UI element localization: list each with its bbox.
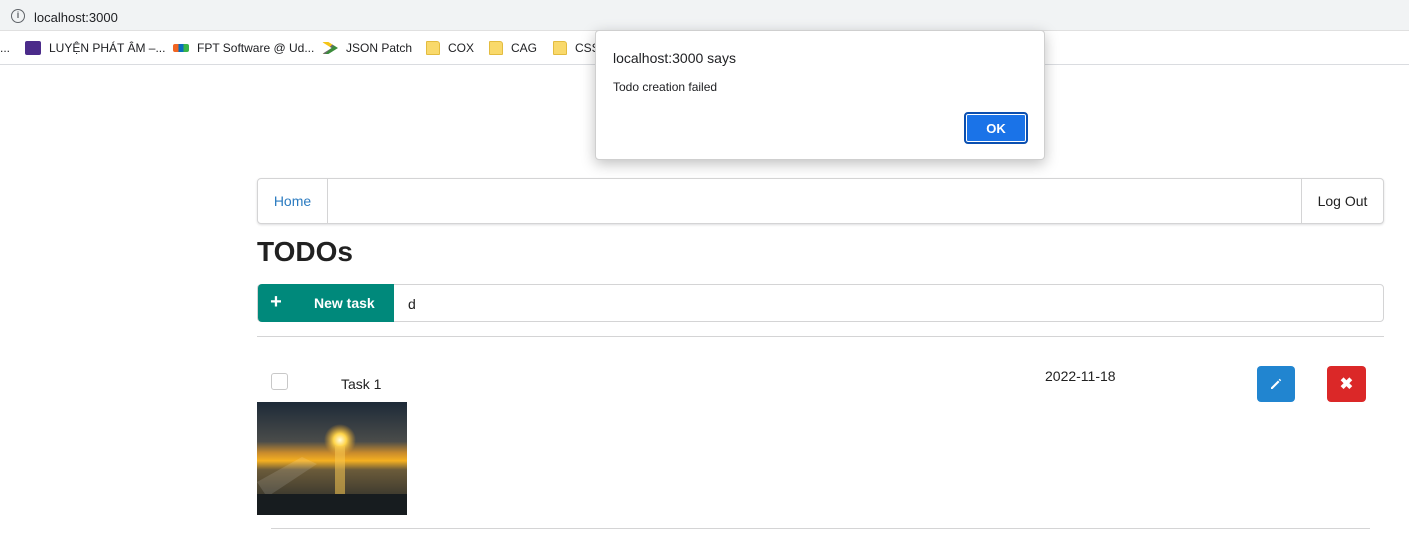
new-task-input[interactable]: d [408,296,416,312]
new-task-button[interactable]: + New task [258,284,394,322]
bookmark-label: CAG [511,41,538,55]
bookmark-label: COX [448,41,475,55]
delete-task-button[interactable]: ✖ [1327,366,1366,402]
task-due-date: 2022-11-18 [1045,368,1116,384]
bookmark-label: JSON Patch [346,41,413,55]
bookmark-fpt-software[interactable]: FPT Software @ Ud... [173,40,314,56]
dialog-title: localhost:3000 says [613,50,736,66]
page-title: TODOs [257,236,353,267]
sunset-image [257,402,407,515]
bookmark-json-patch[interactable]: JSON Patch [322,40,412,56]
task-checkbox[interactable] [271,373,288,390]
edit-task-button[interactable] [1257,366,1295,402]
purple-site-icon [25,41,41,55]
task-name: Task 1 [341,376,382,392]
nav-home-link[interactable]: Home [258,179,328,223]
bookmark-label: LUYỆN PHÁT ÂM –... [49,41,166,55]
app-navbar: Home Log Out [257,178,1384,224]
bookmark-folder-cox[interactable]: COX [426,40,474,56]
url-field[interactable]: i localhost:3000 [0,2,1409,29]
bookmark-folder-css[interactable]: CSS [553,40,600,56]
bookmarks-overflow[interactable]: ... [0,40,10,56]
divider [271,528,1370,529]
plus-icon: + [270,291,282,313]
logout-link[interactable]: Log Out [1301,179,1383,223]
folder-icon [489,41,503,55]
folder-icon [553,41,567,55]
bookmark-folder-cag[interactable]: CAG [489,40,537,56]
bookmark-luyen-phat-am[interactable]: LUYỆN PHÁT ÂM –... [25,40,165,56]
browser-address-bar: i localhost:3000 [0,0,1409,31]
folder-icon [426,41,440,55]
new-task-input-group: + New task d [257,284,1384,322]
fpt-logo-icon [173,44,189,52]
close-icon: ✖ [1339,376,1354,393]
bookmark-label: FPT Software @ Ud... [197,41,315,55]
info-icon[interactable]: i [11,9,25,23]
task-image [257,402,407,515]
url-text[interactable]: localhost:3000 [34,10,118,25]
new-task-label: New task [314,295,375,311]
alert-dialog: localhost:3000 says Todo creation failed… [595,30,1045,160]
ok-button[interactable]: OK [964,112,1028,144]
json-patch-icon [322,42,338,54]
divider [257,336,1384,337]
pencil-icon [1271,378,1282,389]
dialog-message: Todo creation failed [613,80,718,94]
